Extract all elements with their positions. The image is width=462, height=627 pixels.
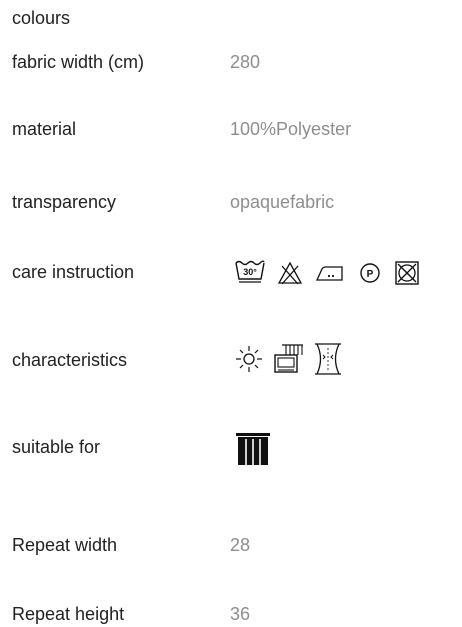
care-icons: 30° P bbox=[234, 259, 420, 287]
characteristics-label: characteristics bbox=[12, 350, 128, 370]
lightfast-sun-icon bbox=[234, 344, 264, 374]
do-not-bleach-icon bbox=[276, 260, 304, 286]
machine-washable-icon bbox=[274, 343, 304, 375]
care-instruction-label: care instruction bbox=[12, 262, 135, 282]
characteristics-icons bbox=[234, 342, 342, 376]
flame-retardant-icon bbox=[314, 342, 342, 376]
curtain-icon bbox=[234, 431, 274, 467]
colours-label: colours bbox=[12, 8, 71, 28]
wash-30-gentle-icon: 30° bbox=[234, 259, 266, 287]
material-value: 100%Polyester bbox=[230, 119, 352, 139]
fabric-width-value: 280 bbox=[230, 52, 261, 72]
repeat-width-label: Repeat width bbox=[12, 535, 118, 555]
repeat-width-value: 28 bbox=[230, 535, 251, 555]
material-label: material bbox=[12, 119, 77, 139]
repeat-height-label: Repeat height bbox=[12, 604, 125, 624]
repeat-height-value: 36 bbox=[230, 604, 251, 624]
product-specifications: colours fabric width (cm) 280 material 1… bbox=[0, 0, 462, 627]
fabric-width-label: fabric width (cm) bbox=[12, 52, 145, 72]
transparency-label: transparency bbox=[12, 192, 117, 212]
do-not-tumble-dry-icon bbox=[394, 260, 420, 286]
suitable-for-label: suitable for bbox=[12, 437, 101, 457]
suitable-for-icons bbox=[234, 431, 274, 467]
dry-clean-letter: P bbox=[367, 269, 374, 280]
dry-clean-p-icon: P bbox=[356, 260, 384, 286]
iron-low-icon bbox=[314, 261, 346, 285]
wash-temp-text: 30° bbox=[243, 267, 257, 277]
transparency-value: opaquefabric bbox=[230, 192, 335, 212]
